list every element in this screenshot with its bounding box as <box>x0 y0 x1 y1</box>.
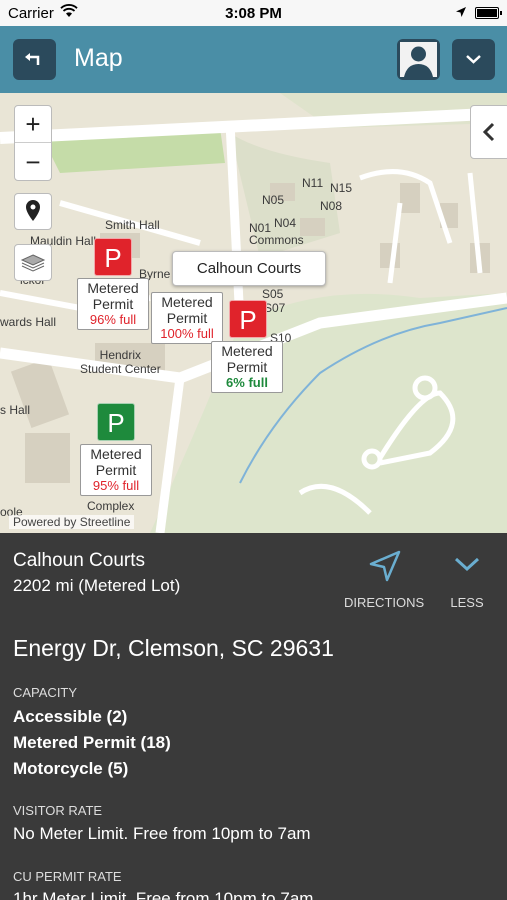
map-label: Commons <box>249 233 304 247</box>
page-title: Map <box>74 44 123 72</box>
map-label: Smith Hall <box>105 218 160 232</box>
less-label: LESS <box>450 595 484 610</box>
selected-lot-callout[interactable]: Calhoun Courts <box>172 251 326 286</box>
map-label: N05 <box>262 193 285 207</box>
less-button[interactable]: LESS <box>443 549 491 611</box>
locate-button[interactable] <box>14 193 52 230</box>
battery-icon <box>475 7 502 19</box>
status-bar: Carrier 3:08 PM <box>0 0 507 26</box>
location-arrow-icon <box>456 7 466 17</box>
permit-type: Metered <box>161 294 213 310</box>
cu-permit-rate-heading: CU PERMIT RATE <box>13 869 122 884</box>
lot-name: Calhoun Courts <box>13 550 146 571</box>
occupancy-text: 100% full <box>160 326 214 341</box>
occupancy-text: 96% full <box>89 312 137 327</box>
map-label: S07 <box>264 301 286 315</box>
parking-marker-selected[interactable]: P <box>229 300 267 338</box>
visitor-rate-heading: VISITOR RATE <box>13 803 103 818</box>
lot-address: Energy Dr, Clemson, SC 29631 <box>13 635 334 661</box>
map-label: N04 <box>274 216 297 230</box>
status-time: 3:08 PM <box>225 5 282 22</box>
zoom-in-button[interactable]: + <box>15 106 51 143</box>
collapse-panel-button[interactable] <box>470 105 507 159</box>
layers-button[interactable] <box>14 244 52 281</box>
zoom-out-button[interactable]: − <box>15 144 51 181</box>
parking-marker[interactable]: P <box>94 238 132 276</box>
permit-type: Metered <box>221 343 273 359</box>
capacity-item: Accessible (2) <box>13 707 128 726</box>
permit-type: Metered <box>87 280 139 296</box>
lot-details-panel: Calhoun Courts 2202 mi (Metered Lot) DIR… <box>0 533 507 900</box>
map-label: N08 <box>320 199 343 213</box>
map-label: s Hall <box>0 403 31 417</box>
map-label: N11 <box>302 176 324 190</box>
permit-kind: Permit <box>95 462 137 478</box>
map-label: Hendrix Student Center <box>80 348 161 376</box>
user-avatar-icon <box>400 42 437 77</box>
visitor-rate-text: No Meter Limit. Free from 10pm to 7am <box>13 824 311 843</box>
dropdown-button[interactable] <box>452 39 495 80</box>
capacity-heading: CAPACITY <box>13 685 78 700</box>
map-label: Complex <box>87 499 135 513</box>
permit-kind: Permit <box>166 310 208 326</box>
lot-distance: 2202 mi (Metered Lot) <box>13 576 181 595</box>
map-label: S05 <box>262 287 284 301</box>
permit-kind: Permit <box>226 359 268 375</box>
directions-button[interactable]: DIRECTIONS <box>344 549 424 611</box>
permit-type: Metered <box>90 446 142 462</box>
capacity-item: Motorcycle (5) <box>13 759 129 778</box>
map-attribution: Powered by Streetline <box>9 515 135 529</box>
chevron-down-icon <box>454 557 480 572</box>
back-button[interactable] <box>13 39 56 80</box>
parking-marker[interactable]: P <box>97 403 135 441</box>
chevron-left-icon <box>482 122 495 142</box>
layers-icon <box>20 254 46 272</box>
permit-kind: Permit <box>92 296 134 312</box>
zoom-controls: + − <box>14 105 52 181</box>
capacity-item: Metered Permit (18) <box>13 733 171 752</box>
occupancy-text: 6% full <box>226 375 268 390</box>
chevron-down-icon <box>466 55 481 64</box>
permit-label[interactable]: Metered Permit 96% full <box>77 278 149 330</box>
permit-label[interactable]: Metered Permit 100% full <box>151 292 223 344</box>
back-arrow-icon <box>25 53 40 65</box>
map-label: N15 <box>330 181 353 195</box>
occupancy-text: 95% full <box>92 478 140 493</box>
map-view[interactable]: Smith Hall Mauldin Hall Byrne ickor ward… <box>0 93 507 533</box>
profile-button[interactable] <box>397 39 440 80</box>
map-label: wards Hall <box>0 315 57 329</box>
location-pin-icon <box>26 200 40 221</box>
cu-permit-rate-text: 1hr Meter Limit. Free from 10pm to 7am <box>13 889 314 900</box>
nav-header: Map <box>0 26 507 93</box>
permit-label[interactable]: Metered Permit 6% full <box>211 341 283 393</box>
permit-label[interactable]: Metered Permit 95% full <box>80 444 152 496</box>
directions-label: DIRECTIONS <box>344 595 425 610</box>
navigation-arrow-icon <box>369 550 401 582</box>
